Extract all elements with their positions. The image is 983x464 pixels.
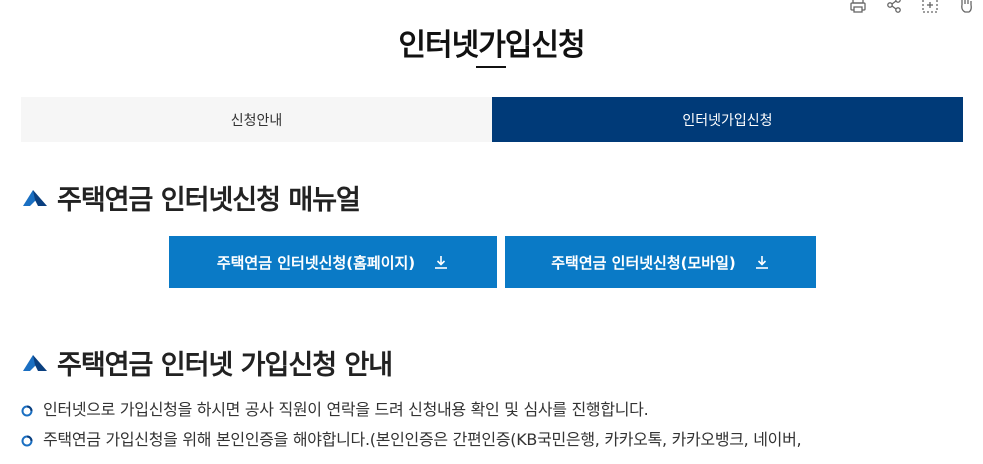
download-icon: [435, 256, 448, 269]
list-item: 인터넷으로 가입신청을 하시면 공사 직원이 연락을 드려 신청내용 확인 및 …: [21, 398, 971, 422]
tab-application-guide[interactable]: 신청안내: [21, 97, 492, 142]
download-homepage-manual-button[interactable]: 주택연금 인터넷신청(홈페이지): [169, 236, 497, 288]
list-item: 주택연금 가입신청을 위해 본인인증을 해야합니다.(본인인증은 간편인증(KB…: [21, 428, 971, 452]
guide-item-text: 주택연금 가입신청을 위해 본인인증을 해야합니다.(본인인증은 간편인증(KB…: [43, 430, 802, 449]
brand-mark-icon: [23, 189, 47, 206]
manual-download-buttons: 주택연금 인터넷신청(홈페이지) 주택연금 인터넷신청(모바일): [169, 236, 816, 288]
tab-bar: 신청안내 인터넷가입신청: [21, 97, 963, 142]
share-icon[interactable]: [885, 0, 903, 14]
page-title: 인터넷가입신청: [398, 28, 585, 63]
download-homepage-manual-label: 주택연금 인터넷신청(홈페이지): [216, 253, 416, 272]
zoom-icon[interactable]: [921, 0, 939, 14]
utility-toolbar: [849, 0, 975, 14]
manual-section-title: 주택연금 인터넷신청 매뉴얼: [57, 185, 361, 216]
tab-internet-application[interactable]: 인터넷가입신청: [492, 97, 963, 142]
guide-list: 인터넷으로 가입신청을 하시면 공사 직원이 연락을 드려 신청내용 확인 및 …: [21, 398, 971, 458]
bullet-icon: [21, 405, 33, 417]
manual-section-heading: 주택연금 인터넷신청 매뉴얼: [21, 178, 361, 217]
print-icon[interactable]: [849, 0, 867, 14]
hand-icon[interactable]: [957, 0, 975, 14]
brand-mark-icon: [23, 354, 47, 371]
download-icon: [755, 256, 768, 269]
download-mobile-manual-label: 주택연금 인터넷신청(모바일): [551, 253, 736, 272]
guide-section-heading: 주택연금 인터넷 가입신청 안내: [21, 343, 393, 382]
bullet-icon: [21, 435, 33, 447]
guide-item-text: 인터넷으로 가입신청을 하시면 공사 직원이 연락을 드려 신청내용 확인 및 …: [43, 400, 649, 419]
guide-section-title: 주택연금 인터넷 가입신청 안내: [57, 350, 393, 381]
download-mobile-manual-button[interactable]: 주택연금 인터넷신청(모바일): [505, 236, 816, 288]
title-underline: [476, 66, 506, 68]
